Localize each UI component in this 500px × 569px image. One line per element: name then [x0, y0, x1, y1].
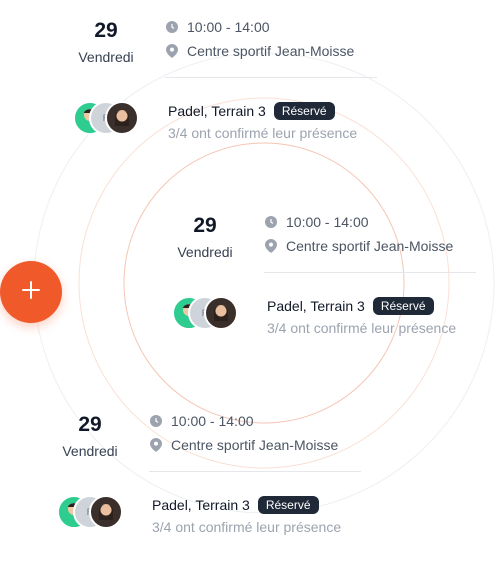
event-info: 10:00 - 14:00 Centre sportif Jean-Moisse — [264, 210, 474, 258]
event-weekday: Vendredi — [62, 443, 118, 459]
plus-icon — [20, 279, 42, 306]
event-date: 29 Vendredi — [170, 210, 240, 260]
event-card[interactable]: 29 Vendredi 10:00 - 14:00 Centre sportif… — [170, 210, 480, 370]
event-details: Padel, Terrain 3 Réservé 3/4 ont confirm… — [152, 495, 372, 535]
event-location: Centre sportif Jean-Moisse — [171, 437, 339, 453]
divider — [149, 471, 361, 472]
event-weekday: Vendredi — [177, 244, 233, 260]
status-badge: Réservé — [257, 496, 319, 514]
event-card[interactable]: 29 Vendredi 10:00 - 14:00 Centre sportif… — [55, 409, 365, 569]
event-day: 29 — [94, 19, 118, 42]
confirmation-status: 3/4 ont confirmé leur présence — [267, 320, 457, 336]
event-title: Padel, Terrain 3 — [267, 298, 365, 314]
divider — [264, 272, 476, 273]
clock-icon — [264, 215, 278, 229]
avatar — [105, 101, 139, 135]
participants-avatars[interactable]: R — [170, 296, 240, 332]
event-time: 10:00 - 14:00 — [187, 19, 270, 35]
confirmation-status: 3/4 ont confirmé leur présence — [152, 519, 342, 535]
divider — [165, 77, 377, 78]
event-time: 10:00 - 14:00 — [171, 413, 254, 429]
map-pin-icon — [165, 44, 179, 58]
event-title: Padel, Terrain 3 — [152, 497, 250, 513]
event-info: 10:00 - 14:00 Centre sportif Jean-Moisse — [149, 409, 359, 457]
event-details: Padel, Terrain 3 Réservé 3/4 ont confirm… — [168, 101, 388, 141]
participants-avatars[interactable]: R — [55, 495, 125, 531]
event-card[interactable]: 29 Vendredi 10:00 - 14:00 Centre sportif… — [71, 15, 381, 175]
map-pin-icon — [264, 239, 278, 253]
status-badge: Réservé — [273, 102, 335, 120]
event-info: 10:00 - 14:00 Centre sportif Jean-Moisse — [165, 15, 375, 63]
event-day: 29 — [193, 214, 217, 237]
add-event-button[interactable] — [0, 261, 62, 323]
event-details: Padel, Terrain 3 Réservé 3/4 ont confirm… — [267, 296, 487, 336]
event-date: 29 Vendredi — [55, 409, 125, 459]
clock-icon — [165, 20, 179, 34]
clock-icon — [149, 414, 163, 428]
event-location: Centre sportif Jean-Moisse — [187, 43, 355, 59]
avatar — [204, 296, 238, 330]
participants-avatars[interactable]: R — [71, 101, 141, 137]
event-day: 29 — [78, 413, 102, 436]
map-pin-icon — [149, 438, 163, 452]
confirmation-status: 3/4 ont confirmé leur présence — [168, 125, 358, 141]
status-badge: Réservé — [372, 297, 434, 315]
event-date: 29 Vendredi — [71, 15, 141, 65]
event-time: 10:00 - 14:00 — [286, 214, 369, 230]
avatar — [89, 495, 123, 529]
event-title: Padel, Terrain 3 — [168, 103, 266, 119]
event-weekday: Vendredi — [78, 49, 134, 65]
event-location: Centre sportif Jean-Moisse — [286, 238, 454, 254]
